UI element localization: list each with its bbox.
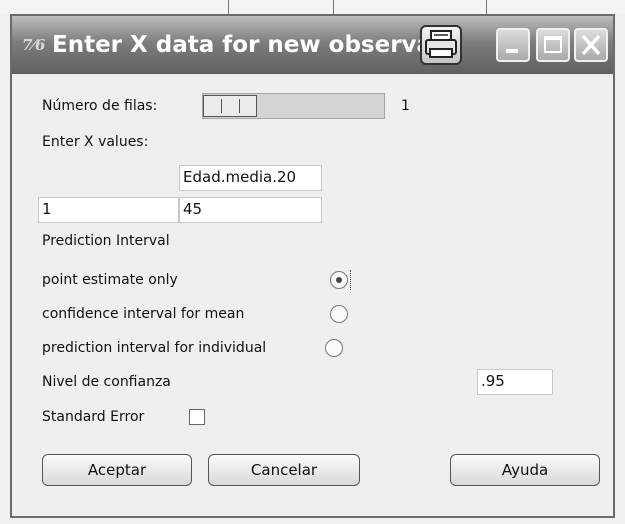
radio-point-estimate[interactable] <box>330 271 348 289</box>
x-row-label: 1 <box>38 197 179 223</box>
confidence-level-input[interactable]: .95 <box>477 369 553 395</box>
rows-label: Número de filas: <box>42 98 158 114</box>
minimize-button[interactable] <box>496 28 530 62</box>
print-button[interactable] <box>420 25 462 65</box>
close-icon <box>581 34 601 56</box>
window-title: Enter X data for new observatio <box>52 32 430 58</box>
background-window-strip <box>0 0 625 14</box>
maximize-icon <box>544 36 562 53</box>
enter-x-data-dialog: 7⁄6 Enter X data for new observatio Núme… <box>10 14 615 518</box>
standard-error-checkbox[interactable] <box>189 409 205 425</box>
minimize-icon <box>506 49 518 53</box>
focus-indicator <box>350 270 355 290</box>
radio-prediction-individual[interactable] <box>325 339 343 357</box>
radio-label-prediction-individual: prediction interval for individual <box>42 340 267 356</box>
x-value-input[interactable]: 45 <box>179 197 322 223</box>
radio-selected-dot <box>336 277 342 283</box>
slider-grip <box>221 99 222 113</box>
confidence-level-label: Nivel de confianza <box>42 374 171 390</box>
standard-error-label: Standard Error <box>42 409 145 425</box>
slider-grip <box>239 99 240 113</box>
print-icon <box>425 30 457 58</box>
x-column-header: Edad.media.20 <box>179 165 322 191</box>
rows-slider-value: 1 <box>401 98 410 114</box>
background-divider <box>486 0 487 14</box>
radio-confidence-mean[interactable] <box>330 305 348 323</box>
help-button[interactable]: Ayuda <box>450 454 600 486</box>
prediction-interval-heading: Prediction Interval <box>42 233 170 249</box>
rows-slider[interactable] <box>202 93 385 119</box>
x-values-label: Enter X values: <box>42 134 149 150</box>
radio-label-point-estimate: point estimate only <box>42 272 178 288</box>
rows-slider-thumb[interactable] <box>203 95 257 117</box>
title-bar[interactable]: 7⁄6 Enter X data for new observatio <box>12 16 613 74</box>
background-divider <box>333 0 334 14</box>
accept-button[interactable]: Aceptar <box>42 454 192 486</box>
cancel-button[interactable]: Cancelar <box>208 454 360 486</box>
close-button[interactable] <box>574 28 608 62</box>
background-divider <box>228 0 229 14</box>
radio-label-confidence-mean: confidence interval for mean <box>42 306 245 322</box>
maximize-button[interactable] <box>536 28 570 62</box>
app-icon: 7⁄6 <box>22 36 46 54</box>
